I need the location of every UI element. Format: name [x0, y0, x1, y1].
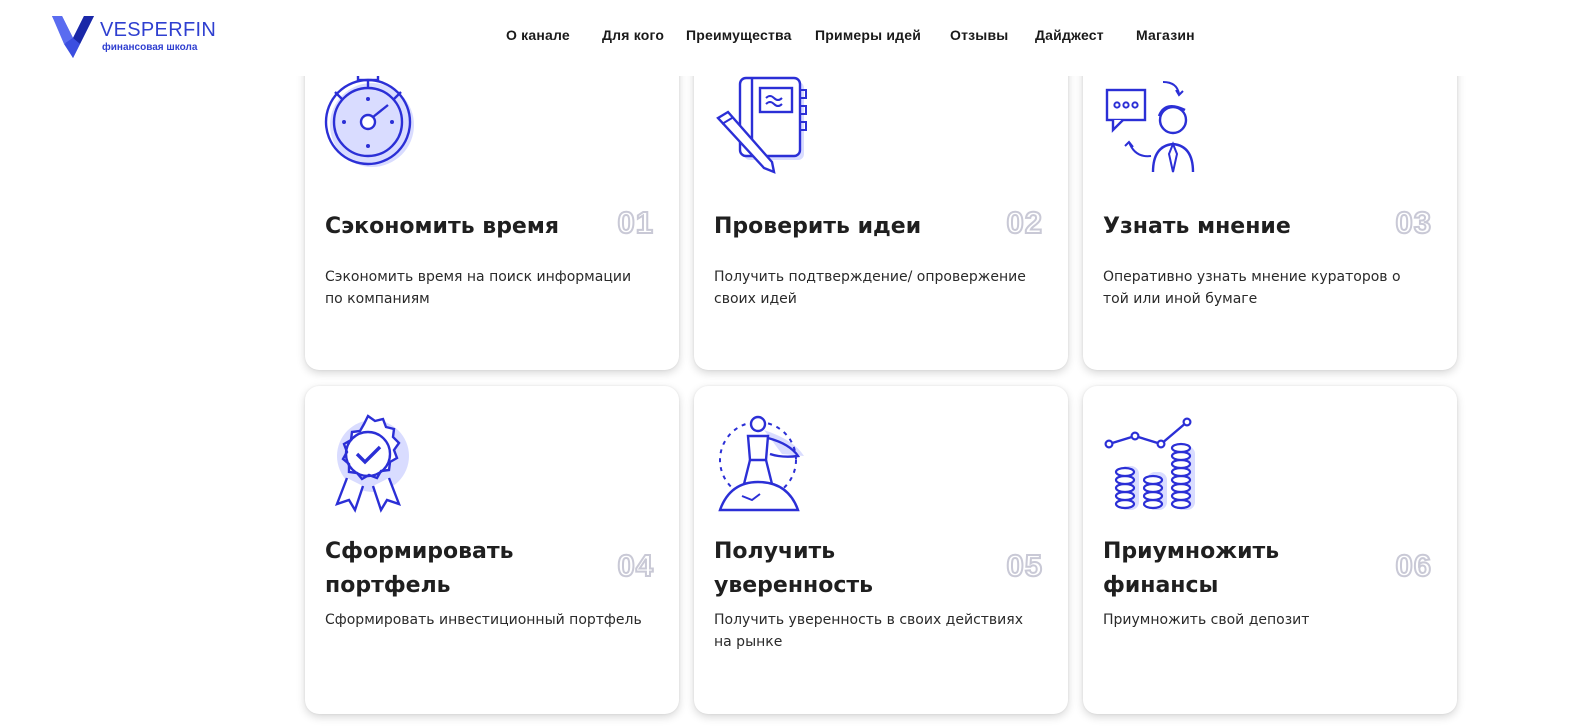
nav-item-examples[interactable]: Примеры идей — [815, 27, 921, 43]
person-chat-icon — [1103, 76, 1195, 176]
card-number: 03 — [1395, 204, 1432, 241]
notebook-icon — [714, 74, 807, 174]
card-title: Узнать мнение — [1103, 214, 1291, 239]
award-badge-icon — [325, 412, 417, 513]
card-number: 02 — [1006, 204, 1043, 241]
card-description: Сэкономить время на поиск информации по … — [325, 269, 632, 307]
card-title: Приумножить финансы — [1103, 539, 1280, 598]
benefit-card: 05 Получить уверенность Получить уверенн… — [694, 386, 1068, 714]
nav-item-benefits[interactable]: Преимущества — [686, 27, 792, 43]
benefits-grid: 01 Сэкономить время Сэкономить время на … — [0, 0, 1575, 726]
card-title: Получить уверенность — [714, 539, 874, 598]
card-description: Сформировать инвестиционный портфель — [325, 612, 642, 628]
nav-item-reviews[interactable]: Отзывы — [950, 27, 1008, 43]
card-description: Приумножить свой депозит — [1103, 612, 1310, 628]
coins-growth-icon — [1103, 416, 1195, 516]
card-number: 04 — [617, 547, 654, 584]
card-title: Сформировать портфель — [325, 539, 514, 598]
site-header: VESPERFIN финансовая школа О канале Для … — [0, 0, 1575, 76]
card-number: 06 — [1395, 547, 1432, 584]
main-nav: О канале Для кого Преимущества Примеры и… — [0, 27, 1575, 47]
nav-item-audience[interactable]: Для кого — [602, 27, 664, 43]
card-title: Сэкономить время — [325, 214, 559, 239]
nav-item-shop[interactable]: Магазин — [1136, 27, 1195, 43]
card-description: Оперативно узнать мнение кураторов о той… — [1103, 269, 1401, 307]
card-description: Получить уверенность в своих действиях н… — [714, 612, 1023, 650]
superhero-icon — [714, 414, 806, 514]
nav-item-about[interactable]: О канале — [506, 27, 570, 43]
card-number: 01 — [617, 204, 654, 241]
card-number: 05 — [1006, 547, 1043, 584]
benefit-card: 04 Сформировать портфель Сформировать ин… — [305, 386, 679, 714]
card-description: Получить подтверждение/ опровержение сво… — [714, 269, 1026, 307]
benefit-card: 06 Приумножить финансы Приумножить свой … — [1083, 386, 1457, 714]
card-title: Проверить идеи — [714, 214, 922, 239]
stopwatch-icon — [324, 72, 417, 172]
nav-item-digest[interactable]: Дайджест — [1035, 27, 1104, 43]
